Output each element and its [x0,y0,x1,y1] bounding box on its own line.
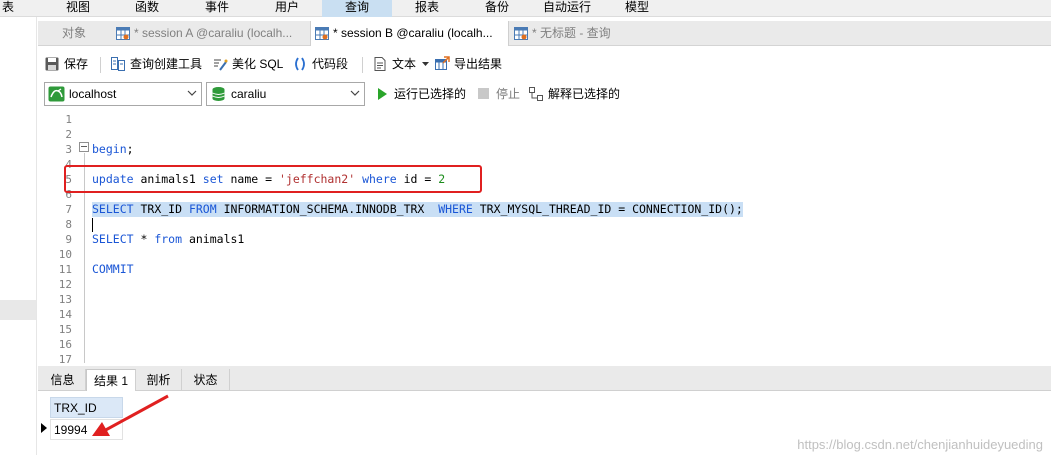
line-number: 7 [65,203,72,216]
arrow-annotation-icon [92,394,169,436]
save-button[interactable]: 保存 [44,51,94,77]
menu-table[interactable]: 表 [0,0,18,17]
beautify-brush-icon [214,59,228,71]
left-navigation-panel [0,17,37,455]
query-builder-icon [111,57,125,71]
stop-icon [478,88,489,99]
watermark: https://blog.csdn.net/chenjianhuideyuedi… [797,437,1043,452]
mysql-connection-icon [48,86,65,102]
line-number: 2 [65,128,72,141]
chevron-down-icon [422,62,429,66]
query-toolbar: 保存 查询创建工具 美化 SQL 代码段 文本 导出结果 [38,51,1051,77]
code-snippet-button[interactable]: 代码段 [292,51,358,77]
explain-icon [529,87,543,101]
result-tab-bar: 信息 结果 1 剖析 状态 [38,366,1051,391]
text-mode-dropdown[interactable]: 文本 [372,51,430,77]
query-table-icon [315,27,329,40]
text-document-icon [374,57,386,71]
play-icon [378,88,387,100]
run-selected-button[interactable]: 运行已选择的 [374,82,470,106]
connection-bar: localhost caraliu 运行已选择的 停止 解释已选择的 [38,82,1051,106]
chevron-down-icon [350,90,360,96]
tab-info[interactable]: 信息 [40,369,86,391]
line-number: 8 [65,218,72,231]
stop-button[interactable]: 停止 [476,82,522,106]
menu-auto-run[interactable]: 自动运行 [537,0,597,17]
tab-untitled-query[interactable]: * 无标题 - 查询 [510,21,710,46]
export-results-button[interactable]: 导出结果 [434,51,510,77]
line-number: 9 [65,233,72,246]
row-pointer-icon [41,423,47,433]
chevron-down-icon [187,90,197,96]
explain-selected-button[interactable]: 解释已选择的 [528,82,624,106]
menu-report[interactable]: 报表 [407,0,447,17]
menu-user[interactable]: 用户 [267,0,307,17]
tab-session-a[interactable]: * session A @caraliu (localh... [112,21,310,46]
document-tab-bar: 对象 * session A @caraliu (localh... * ses… [38,21,1051,46]
menu-backup[interactable]: 备份 [477,0,517,17]
line-number: 1 [65,113,72,126]
menu-function[interactable]: 函数 [127,0,167,17]
code-line-select-animals: SELECT * from animals1 [92,232,245,246]
line-number: 17 [58,353,72,366]
menu-event[interactable]: 事件 [197,0,237,17]
line-number: 12 [58,278,72,291]
code-snippet-icon [295,57,305,71]
export-results-icon [435,56,450,70]
menu-model[interactable]: 模型 [617,0,657,17]
tab-profile[interactable]: 剖析 [136,369,182,391]
beautify-sql-button[interactable]: 美化 SQL [212,51,288,77]
highlight-annotation-box [64,165,482,193]
toolbar-divider [100,57,101,73]
tab-result-1[interactable]: 结果 1 [86,369,136,391]
database-select[interactable]: caraliu [206,82,365,106]
code-line-begin: begin; [92,142,134,156]
menu-view[interactable]: 视图 [58,0,98,17]
line-number: 15 [58,323,72,336]
save-icon [45,57,59,71]
line-number: 14 [58,308,72,321]
fold-toggle[interactable] [79,142,89,152]
code-line-commit: COMMIT [92,262,134,276]
tab-status[interactable]: 状态 [182,369,230,391]
database-icon [212,87,225,101]
menu-bar: 表 视图 函数 事件 用户 查询 报表 备份 自动运行 模型 [0,0,1051,17]
line-number: 16 [58,338,72,351]
tab-session-b[interactable]: * session B @caraliu (localh... [310,21,509,46]
toolbar-divider [362,57,363,73]
tab-objects[interactable]: 对象 [44,21,112,46]
navigation-selected-row[interactable] [0,300,36,320]
query-builder-button[interactable]: 查询创建工具 [110,51,210,77]
text-caret [92,218,93,232]
connection-select[interactable]: localhost [44,82,202,106]
query-table-icon [116,27,130,40]
query-table-icon [514,27,528,40]
line-number: 11 [58,263,72,276]
line-number: 13 [58,293,72,306]
menu-query[interactable]: 查询 [322,0,392,17]
code-line-select-trx: SELECT TRX_ID FROM INFORMATION_SCHEMA.IN… [92,202,743,217]
line-number: 10 [58,248,72,261]
line-number: 3 [65,143,72,156]
